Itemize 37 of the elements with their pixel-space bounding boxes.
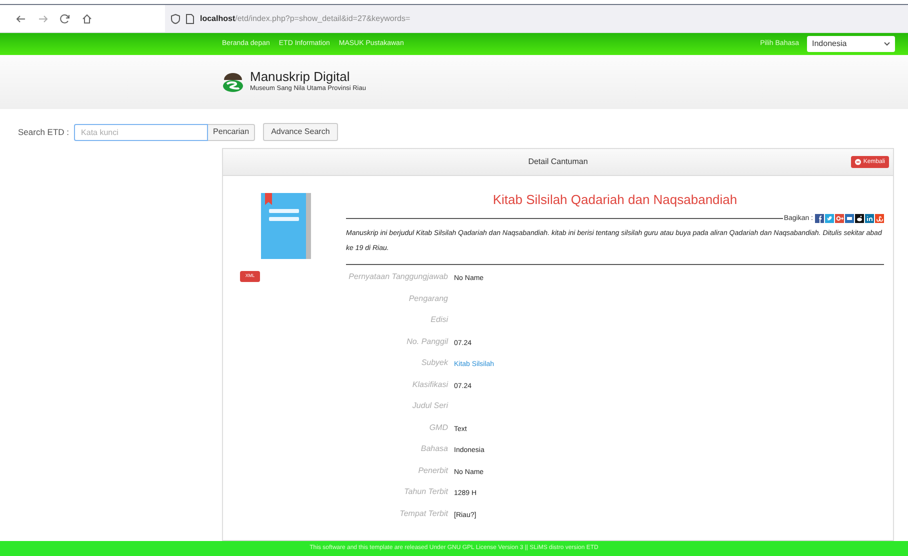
field-label: Tahun Terbit (403, 486, 450, 498)
panel-title: Detail Cantuman (528, 156, 588, 168)
search-button[interactable]: Pencarian (208, 124, 256, 140)
logo-icon (222, 71, 244, 93)
field-label: Penerbit (417, 464, 450, 476)
advance-search-button[interactable]: Advance Search (263, 123, 338, 141)
address-bar[interactable]: localhost/etd/index.php?p=show_detail&id=27&keywords= (165, 5, 908, 32)
bookmark-share-icon[interactable] (845, 214, 854, 224)
linkedin-icon[interactable] (865, 214, 874, 224)
page-icon (186, 14, 194, 24)
site-title: Manuskrip Digital (250, 70, 351, 84)
facebook-icon[interactable] (815, 214, 824, 224)
field-label: Pengarang (408, 292, 449, 304)
field-label: Klasifikasi (411, 378, 450, 390)
field-label: Subyek (420, 357, 450, 369)
stumbleupon-icon[interactable] (875, 214, 884, 224)
field-label: No. Panggil (406, 336, 450, 348)
back-circle-icon (855, 159, 862, 165)
search-label: Search ETD : (18, 126, 70, 138)
field-label: Tempat Terbit (398, 508, 450, 520)
google-plus-icon[interactable] (835, 214, 844, 224)
record-title: Kitab Silsilah Qadariah dan Naqsabandiah (492, 191, 738, 209)
field-label: Edisi (430, 314, 450, 326)
language-select[interactable]: Indonesia (807, 36, 895, 52)
url-text: localhost/etd/index.php?p=show_detail&id=27&keywords= (200, 12, 410, 24)
field-label: GMD (428, 422, 449, 434)
field-label: Bahasa (420, 443, 449, 455)
chevron-down-icon (884, 42, 890, 46)
search-field[interactable]: Kata kunci (74, 124, 208, 140)
reload-icon[interactable] (60, 14, 70, 24)
field-label: Pernyataan Tanggungjawab (348, 271, 449, 283)
alien-icon[interactable] (855, 214, 864, 224)
home-icon[interactable] (82, 14, 92, 24)
back-icon[interactable] (16, 14, 26, 24)
book-icon (261, 193, 311, 259)
field-label: Judul Seri (411, 400, 450, 412)
shield-icon (171, 14, 180, 24)
